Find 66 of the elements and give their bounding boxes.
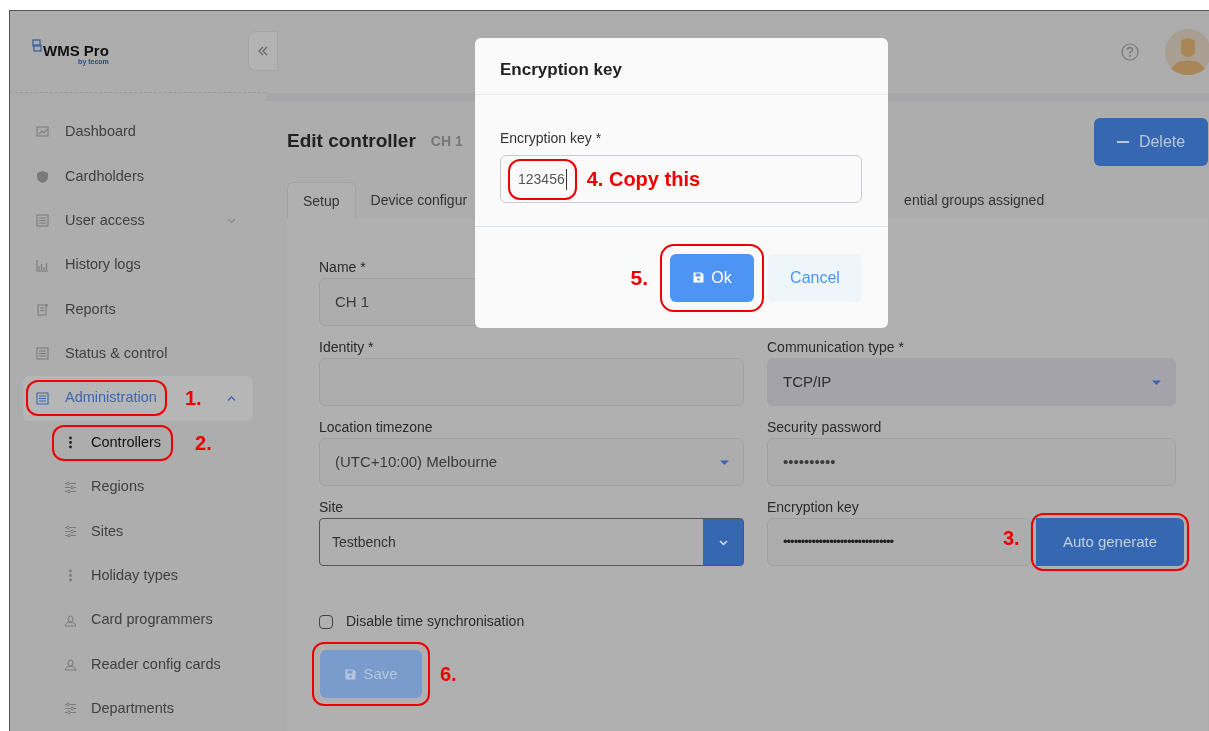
menu-icon: [36, 303, 49, 317]
logo-icon: [32, 38, 42, 53]
sidebar-subitem[interactable]: Departments: [10, 686, 266, 731]
sidebar-item[interactable]: Cardholders: [23, 154, 253, 199]
field-label: Encryption key *: [500, 129, 603, 148]
minus-icon: [1116, 140, 1129, 143]
sidebar-subitem[interactable]: Sites: [10, 509, 266, 554]
field-label: Security password: [767, 418, 882, 437]
step-number: 6.: [440, 662, 457, 687]
sidebar-item[interactable]: Reports: [23, 287, 253, 332]
ok-button[interactable]: Ok: [670, 253, 754, 302]
tab[interactable]: Device configur: [355, 182, 483, 219]
select-field[interactable]: (UTC+10:00) Melbourne: [319, 438, 744, 486]
sidebar-item[interactable]: User access: [23, 198, 253, 244]
sidebar-item[interactable]: Dashboard: [23, 110, 253, 155]
sidebar-item[interactable]: History logs: [23, 243, 253, 288]
sidebar-subitem[interactable]: Holiday types: [10, 553, 266, 598]
cancel-button[interactable]: Cancel: [768, 253, 862, 302]
collapse-sidebar-button[interactable]: [248, 31, 278, 71]
auto-generate-button[interactable]: Auto generate: [1036, 518, 1184, 566]
save-button: Save: [320, 650, 422, 698]
sliders-icon: [64, 702, 77, 716]
sliders-icon: [64, 524, 77, 538]
checkbox[interactable]: [319, 614, 333, 629]
input-field[interactable]: ••••••••••: [767, 438, 1176, 486]
step-number: 1.: [184, 386, 202, 412]
sidebar-item[interactable]: Status & control: [23, 331, 253, 377]
sidebar-subitem[interactable]: Controllers 2.: [10, 420, 266, 465]
tab[interactable]: Setup: [287, 182, 356, 219]
double-chevron-left-icon: [257, 45, 269, 57]
sidebar-subitem[interactable]: Regions: [10, 464, 266, 510]
person-icon: [64, 658, 77, 671]
field-label: Identity *: [319, 338, 374, 357]
step-number: 4. Copy this: [586, 167, 701, 192]
field-label: Location timezone: [319, 418, 433, 437]
menu-icon: [36, 258, 49, 272]
annotation-ring: Controllers: [52, 424, 174, 461]
logo-text: WMS Pro: [43, 42, 109, 58]
step-number: 2.: [195, 430, 212, 456]
modal-title: Encryption key: [500, 58, 622, 81]
help-icon[interactable]: [1121, 43, 1139, 61]
encryption-key-field[interactable]: 123456 4. Copy this: [500, 155, 862, 203]
field-label: Encryption key: [767, 498, 859, 517]
sidebar-item[interactable]: Administration 1.: [23, 376, 253, 421]
delete-button[interactable]: Delete: [1094, 117, 1208, 166]
tab[interactable]: ential groups assigned: [889, 182, 1060, 219]
field-label: Communication type *: [767, 338, 904, 357]
field-label: Site: [319, 498, 344, 517]
step-number: 3.: [1003, 526, 1020, 551]
annotation-ring: 123456: [508, 158, 577, 200]
checkbox-label: Disable time synchronisation: [346, 612, 525, 631]
sidebar-subitem[interactable]: Card programmers: [10, 597, 266, 643]
menu-icon: [36, 347, 49, 361]
menu-icon: [36, 391, 49, 405]
step-number: 5.: [630, 264, 648, 291]
person-icon: [64, 613, 77, 627]
sliders-icon: [64, 480, 77, 494]
field-label: Name *: [319, 258, 366, 277]
menu-icon: [36, 170, 49, 184]
avatar-icon[interactable]: [1165, 29, 1209, 75]
page-title: Edit controller: [287, 129, 416, 154]
menu-icon: [36, 125, 49, 139]
site-select[interactable]: Testbench: [319, 518, 744, 566]
menu-icon: [36, 214, 49, 228]
sidebar-subitem[interactable]: Reader config cards: [10, 642, 266, 687]
annotation-ring: Administration: [26, 380, 167, 417]
